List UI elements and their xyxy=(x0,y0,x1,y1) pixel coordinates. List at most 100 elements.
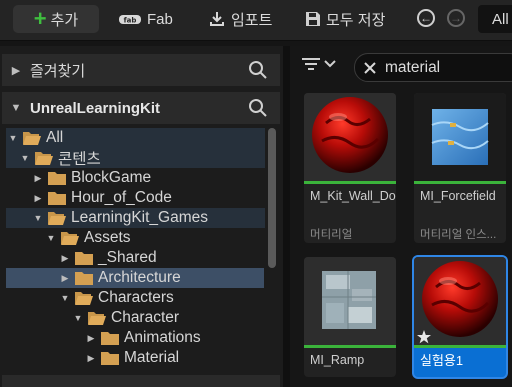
ramp-texture-icon xyxy=(304,257,396,345)
chevron-down-icon: ▼ xyxy=(10,102,22,114)
plus-icon: + xyxy=(33,6,47,31)
forward-arrow-icon[interactable]: → xyxy=(447,9,465,27)
material-type-bar xyxy=(304,345,396,348)
fab-label: Fab xyxy=(147,10,173,28)
folder-icon xyxy=(75,252,93,265)
folder-open-icon xyxy=(75,292,93,305)
tree-item-learningkit-games[interactable]: ▼ LearningKit_Games xyxy=(6,208,265,228)
svg-text:fab: fab xyxy=(124,17,137,25)
project-header[interactable]: ▼ UnrealLearningKit xyxy=(2,92,280,124)
collections-header[interactable] xyxy=(2,375,280,387)
toolbar: + 추가 fab Fab 임포트 모두 저장 ← → All xyxy=(0,0,512,41)
material-type-bar xyxy=(304,181,396,184)
fab-button[interactable]: fab Fab xyxy=(118,5,173,33)
chevron-right-icon: ▶ xyxy=(11,64,21,77)
tree-item-label: _Shared xyxy=(98,249,157,266)
tree-item-label: LearningKit_Games xyxy=(71,209,208,226)
import-button[interactable]: 임포트 xyxy=(208,5,272,33)
fab-icon: fab xyxy=(119,15,141,25)
chevron-right-icon: ▶ xyxy=(34,172,42,183)
path-label: All xyxy=(492,10,509,28)
tree-item-material[interactable]: ▶ Material xyxy=(6,348,265,368)
tree-item-architecture[interactable]: ▶ Architecture xyxy=(6,268,264,288)
asset-name: M_Kit_Wall_Door xyxy=(310,189,396,203)
tree-item-animations[interactable]: ▶ Animations xyxy=(6,328,265,348)
tree-item-label: All xyxy=(46,129,64,146)
save-all-label: 모두 저장 xyxy=(326,11,386,29)
asset-tile-selected[interactable]: 실험용1 xyxy=(414,257,506,377)
tree-item-label: Assets xyxy=(84,229,131,246)
material-thumbnail xyxy=(414,93,506,181)
folder-icon xyxy=(75,272,93,285)
asset-type: 머티리얼 xyxy=(310,229,353,241)
tree-item-characters[interactable]: ▼ Characters xyxy=(6,288,265,308)
asset-tile[interactable]: MI_Ramp xyxy=(304,257,396,377)
import-label: 임포트 xyxy=(231,11,273,29)
filter-button[interactable] xyxy=(302,57,336,71)
tree-item-content[interactable]: ▼ 콘텐츠 xyxy=(6,148,265,168)
chevron-right-icon: ▶ xyxy=(87,332,95,343)
material-thumbnail xyxy=(304,93,396,181)
chevron-down-icon: ▼ xyxy=(8,133,18,143)
panel-splitter[interactable] xyxy=(283,46,290,387)
material-type-bar xyxy=(414,345,506,348)
sphere-icon xyxy=(304,93,396,181)
tree-item-label: Hour_of_Code xyxy=(71,189,172,206)
chevron-down-icon: ▼ xyxy=(20,153,30,163)
asset-name: 실험용1 xyxy=(420,353,464,368)
asset-tile[interactable]: MI_Forcefield 머티리얼 인스... xyxy=(414,93,506,243)
chevron-right-icon: ▶ xyxy=(61,252,69,263)
chevron-down-icon: ▼ xyxy=(33,213,43,223)
favorites-header[interactable]: ▶ 즐겨찾기 xyxy=(2,54,280,86)
tree-item-all[interactable]: ▼ All xyxy=(6,128,265,148)
folder-open-icon xyxy=(61,232,79,245)
search-value: material xyxy=(385,58,441,76)
asset-name: MI_Forcefield xyxy=(420,189,496,203)
new-asset-star-icon xyxy=(417,330,431,344)
tree-item-shared[interactable]: ▶ _Shared xyxy=(6,248,265,268)
search-icon[interactable] xyxy=(248,98,268,118)
save-all-button[interactable]: 모두 저장 xyxy=(305,5,385,33)
asset-search-input[interactable]: material xyxy=(354,53,512,82)
tree-item-label: Animations xyxy=(124,329,201,346)
chevron-down-icon: ▼ xyxy=(46,233,56,243)
material-type-bar xyxy=(414,181,506,184)
add-button[interactable]: + 추가 xyxy=(13,5,99,33)
search-icon[interactable] xyxy=(248,60,268,80)
tree-item-assets[interactable]: ▼ Assets xyxy=(6,228,265,248)
add-label: 추가 xyxy=(50,11,79,29)
tree-item-blockgame[interactable]: ▶ BlockGame xyxy=(6,168,265,188)
project-label: UnrealLearningKit xyxy=(30,99,161,117)
close-icon[interactable] xyxy=(363,61,377,75)
tree-item-label: BlockGame xyxy=(71,169,152,186)
tree-item-hour-of-code[interactable]: ▶ Hour_of_Code xyxy=(6,188,265,208)
material-thumbnail xyxy=(304,257,396,345)
folder-open-icon xyxy=(48,212,66,225)
chevron-down-icon: ▼ xyxy=(73,313,83,323)
chevron-right-icon: ▶ xyxy=(61,272,69,283)
folder-icon xyxy=(48,172,66,185)
tree-item-label: Architecture xyxy=(98,269,181,286)
folder-open-icon xyxy=(23,132,41,145)
folder-open-icon xyxy=(35,152,53,165)
folder-open-icon xyxy=(88,312,106,325)
tree-item-label: Characters xyxy=(98,289,174,306)
tree-item-label: Material xyxy=(124,349,180,366)
path-breadcrumb[interactable]: All xyxy=(478,5,512,33)
tree-scrollbar[interactable] xyxy=(268,128,276,268)
save-icon xyxy=(306,12,320,26)
asset-type: 머티리얼 인스... xyxy=(420,229,497,241)
favorites-label: 즐겨찾기 xyxy=(30,62,86,80)
chevron-down-icon xyxy=(324,60,336,68)
material-thumbnail xyxy=(414,257,506,345)
tree-item-label: 콘텐츠 xyxy=(58,151,101,168)
chevron-down-icon: ▼ xyxy=(60,293,70,303)
filter-icon xyxy=(302,58,320,70)
back-arrow-icon[interactable]: ← xyxy=(417,9,435,27)
folder-icon xyxy=(48,192,66,205)
asset-tile[interactable]: M_Kit_Wall_Door 머티리얼 xyxy=(304,93,396,243)
chevron-right-icon: ▶ xyxy=(87,352,95,363)
tree-item-character[interactable]: ▼ Character xyxy=(6,308,265,328)
folder-icon xyxy=(101,332,119,345)
import-icon xyxy=(210,12,224,26)
